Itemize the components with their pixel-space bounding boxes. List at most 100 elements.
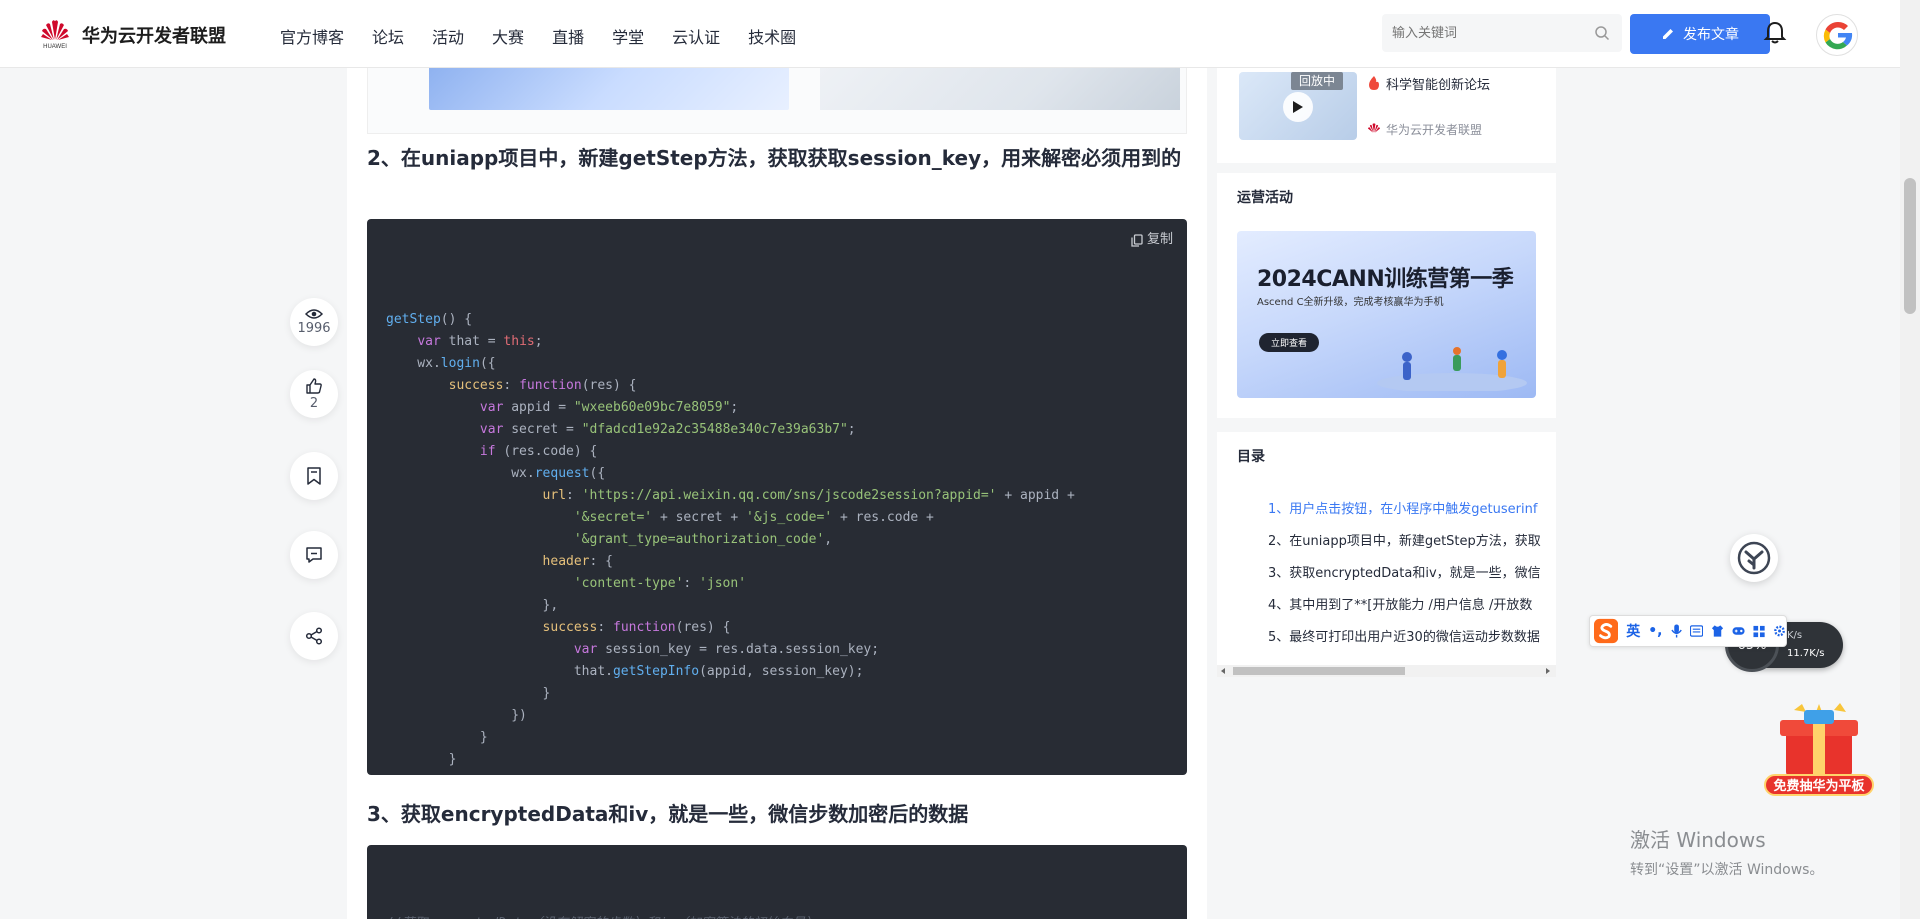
- google-g-icon: [1823, 21, 1853, 50]
- comment-button[interactable]: [290, 531, 338, 579]
- promo-banner[interactable]: 2024CANN训练营第一季 Ascend C全新升级，完成考核赢华为手机 立即…: [1237, 231, 1536, 398]
- code-block: 复制 getStep() { var that = this; wx.login…: [367, 219, 1187, 775]
- publish-label: 发布文章: [1683, 27, 1739, 43]
- search-icon[interactable]: [1594, 25, 1610, 41]
- code-line: wx.login({: [386, 356, 496, 371]
- skin-shirt-icon[interactable]: [1711, 624, 1724, 638]
- promo-title: 2024CANN训练营第一季: [1257, 267, 1514, 292]
- brand-name: 华为云开发者联盟: [82, 26, 226, 47]
- ops-title: 运营活动: [1237, 190, 1293, 206]
- banner-image: [429, 68, 789, 110]
- code-line: }: [386, 686, 551, 701]
- watermark-title: 激活 Windows: [1630, 828, 1766, 852]
- site-logo[interactable]: HUAWEI 华为云开发者联盟: [40, 18, 226, 52]
- punctuation-icon[interactable]: •,: [1648, 623, 1662, 639]
- live-title[interactable]: 科学智能创新论坛: [1386, 74, 1490, 93]
- toc-item[interactable]: 5、最终可打印出用户近30的微信运动步数数据: [1268, 626, 1556, 645]
- runners-illustration: [1377, 347, 1527, 391]
- code-lines: getStep() { var that = this; wx.login({ …: [386, 309, 1168, 775]
- toc-item[interactable]: 4、其中用到了**[开放能力 /用户信息 /开放数: [1268, 594, 1556, 613]
- play-icon[interactable]: [1283, 92, 1313, 122]
- toc-horizontal-scrollbar[interactable]: [1217, 665, 1556, 677]
- publish-article-button[interactable]: 发布文章: [1630, 14, 1770, 54]
- gift-label[interactable]: 免费抽华为平板: [1764, 774, 1874, 796]
- page-scrollbar-thumb[interactable]: [1904, 178, 1916, 314]
- top-nav: HUAWEI 华为云开发者联盟 官方博客 论坛 活动 大赛 直播 学堂 云认证 …: [0, 0, 1900, 68]
- huawei-logo-icon: HUAWEI: [40, 18, 70, 52]
- menu-item-certification[interactable]: 云认证: [672, 24, 720, 48]
- share-icon: [305, 627, 323, 645]
- promo-view-button[interactable]: 立即查看: [1259, 333, 1320, 352]
- logo-subtext: HUAWEI: [43, 44, 67, 50]
- code-line: header: {: [542, 554, 613, 569]
- menu-item-live[interactable]: 直播: [552, 24, 584, 48]
- edit-icon: [1663, 29, 1673, 39]
- promo-subtitle: Ascend C全新升级，完成考核赢华为手机: [1257, 297, 1444, 308]
- ime-language[interactable]: 英: [1626, 621, 1640, 641]
- gamepad-icon[interactable]: [1732, 625, 1745, 637]
- like-button[interactable]: 2: [290, 370, 338, 418]
- huawei-logo-icon: [1367, 123, 1381, 133]
- menu-item-forum[interactable]: 论坛: [372, 24, 404, 48]
- code-line: that.getStepInfo(appid, session_key);: [386, 664, 864, 679]
- menu-item-events[interactable]: 活动: [432, 24, 464, 48]
- comment-icon: [306, 547, 322, 563]
- net-download: 11.7K/s: [1787, 648, 1825, 659]
- search-input[interactable]: [1392, 14, 1582, 52]
- code-line: 'content-type': 'json': [573, 576, 747, 591]
- toc-item[interactable]: 3、获取encryptedData和iv，就是一些，微信: [1268, 562, 1556, 581]
- copy-button[interactable]: 复制: [1131, 229, 1173, 251]
- page-scrollbar[interactable]: [1900, 0, 1920, 919]
- thumbs-up-icon: [306, 378, 322, 394]
- code-line: }): [386, 708, 527, 723]
- code-line: var appid = "wxeeb60e09bc7e8059";: [479, 400, 739, 415]
- toc-title: 目录: [1237, 449, 1265, 465]
- section-heading: 3、获取encryptedData和iv，就是一些，微信步数加密后的数据: [367, 802, 969, 826]
- section-heading: 2、在uniapp项目中，新建getStep方法，获取获取session_key…: [367, 146, 1182, 170]
- menu-item-academy[interactable]: 学堂: [612, 24, 644, 48]
- sogou-logo-icon[interactable]: [1594, 618, 1619, 644]
- code-line: success: function(res) {: [448, 378, 637, 393]
- code-line: '&grant_type=authorization_code',: [573, 532, 833, 547]
- live-card[interactable]: 回放中 科学智能创新论坛 华为云开发者联盟: [1217, 68, 1556, 163]
- search-box: [1382, 14, 1622, 52]
- code-line: }: [386, 730, 488, 745]
- main-menu: 官方博客 论坛 活动 大赛 直播 学堂 云认证 技术圈: [280, 24, 824, 48]
- code-line: success: function(res) {: [542, 620, 731, 635]
- article-content: 2、在uniapp项目中，新建getStep方法，获取获取session_key…: [347, 68, 1207, 919]
- replay-badge: 回放中: [1291, 72, 1344, 90]
- copy-label: 复制: [1146, 232, 1173, 247]
- ime-toolbar: 英 •,: [1589, 615, 1787, 647]
- bell-icon[interactable]: [1760, 18, 1790, 48]
- apps-grid-icon[interactable]: [1753, 625, 1765, 638]
- code-line: '&secret=' + secret + '&js_code=' + res.…: [573, 510, 934, 525]
- assistant-logo-icon: [1737, 541, 1771, 575]
- toc-item[interactable]: 1、用户点击按钮，在小程序中触发getuserinf: [1268, 498, 1556, 517]
- menu-item-tech-circle[interactable]: 技术圈: [748, 24, 796, 48]
- scroll-right-icon[interactable]: [1545, 668, 1551, 674]
- keyboard-icon[interactable]: [1689, 625, 1703, 637]
- menu-item-blog[interactable]: 官方博客: [280, 24, 344, 48]
- live-thumbnail[interactable]: 回放中: [1239, 72, 1357, 140]
- like-count: 2: [309, 396, 319, 411]
- code-line: var that = this;: [417, 334, 543, 349]
- code-line: wx.request({: [386, 466, 606, 481]
- gear-icon[interactable]: [1773, 624, 1786, 638]
- user-avatar[interactable]: [1816, 14, 1858, 56]
- menu-item-contests[interactable]: 大赛: [492, 24, 524, 48]
- microphone-icon[interactable]: [1670, 623, 1682, 639]
- eye-icon: [305, 309, 323, 319]
- scroll-left-icon[interactable]: [1220, 668, 1226, 674]
- code-line: getStep() {: [386, 312, 473, 327]
- ops-activity-card: 运营活动 2024CANN训练营第一季 Ascend C全新升级，完成考核赢华为…: [1217, 173, 1556, 418]
- share-button[interactable]: [290, 612, 338, 660]
- floating-assistant-button[interactable]: [1730, 534, 1778, 582]
- code-line: },: [386, 598, 559, 613]
- fire-icon: [1369, 76, 1379, 90]
- lottery-gift-promo[interactable]: 免费抽华为平板: [1764, 702, 1874, 802]
- banner-image: [820, 68, 1180, 110]
- code-line: //获取encryptedData（没有解密的步数）和iv（加密算法的初始向量）: [386, 913, 1168, 919]
- toc-item[interactable]: 2、在uniapp项目中，新建getStep方法，获取: [1268, 530, 1556, 549]
- bookmark-button[interactable]: [290, 452, 338, 500]
- scrollbar-thumb[interactable]: [1233, 667, 1405, 675]
